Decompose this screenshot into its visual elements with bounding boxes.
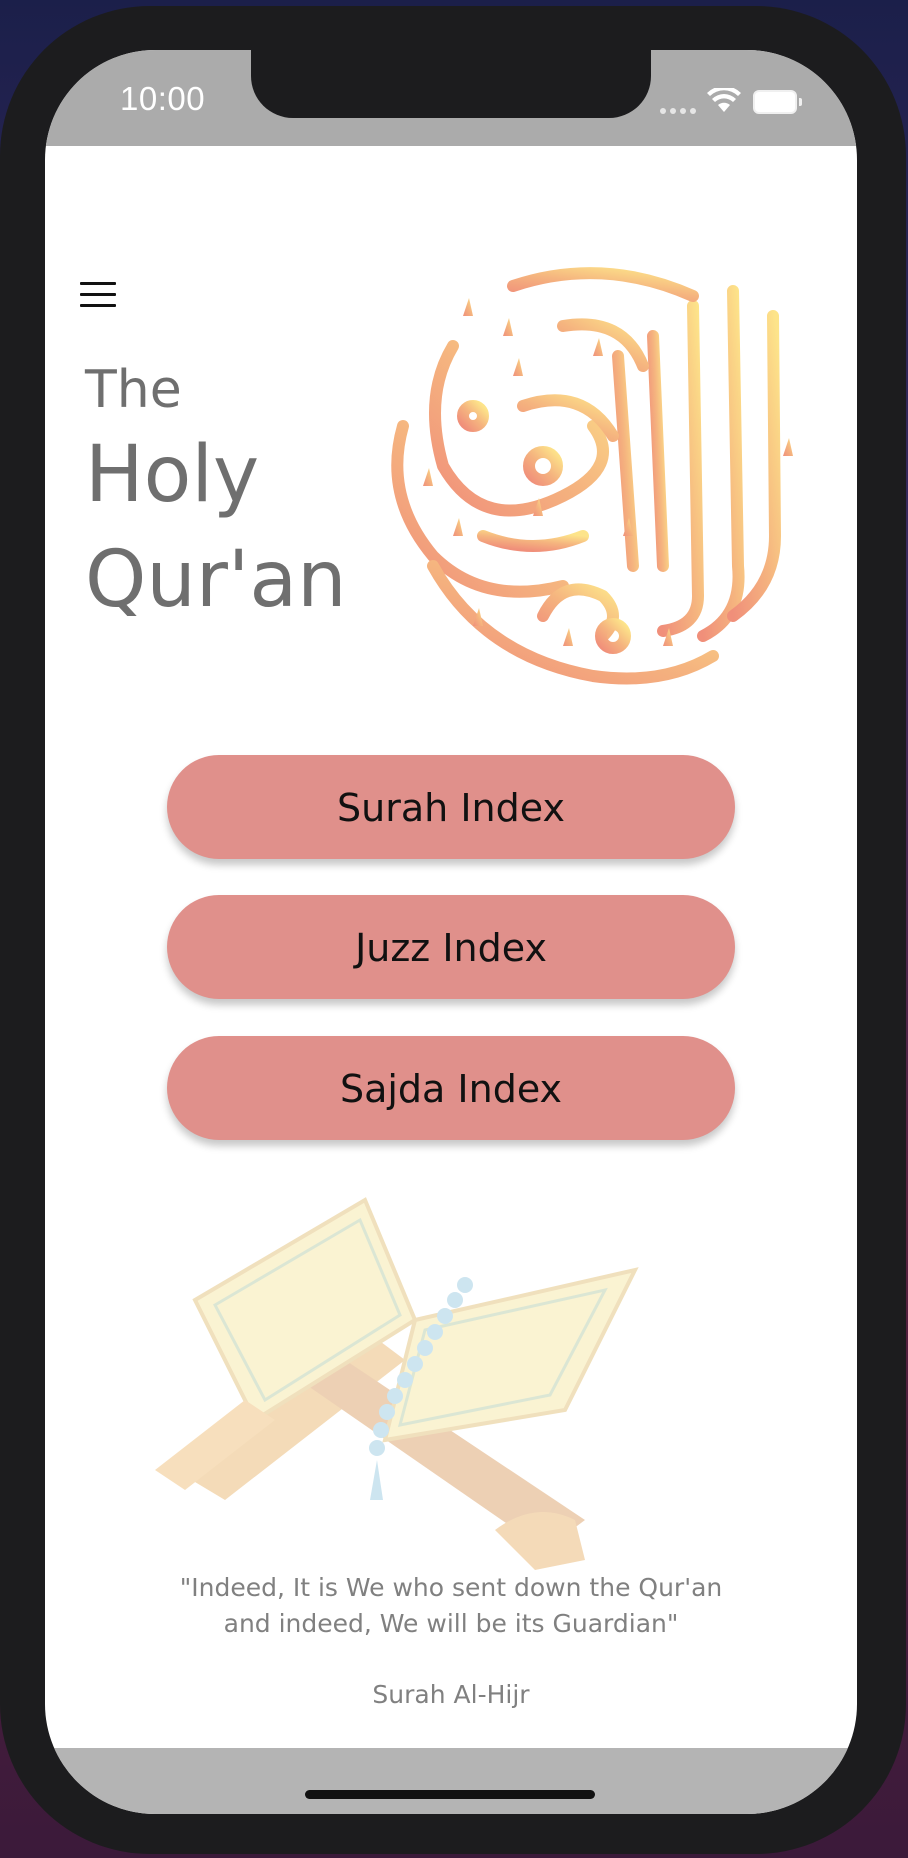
quote-line-2: and indeed, We will be its Guardian" — [223, 1609, 679, 1638]
sajda-index-button[interactable]: Sajda Index — [167, 1036, 735, 1140]
notch — [251, 50, 651, 118]
surah-index-button[interactable]: Surah Index — [167, 755, 735, 859]
title-holy: Holy — [85, 430, 260, 520]
cellular-signal-icon — [660, 108, 696, 114]
title-quran: Qur'an — [85, 535, 347, 625]
bottom-safe-area — [45, 1748, 857, 1814]
juzz-index-button[interactable]: Juzz Index — [167, 895, 735, 999]
status-bar: 10:00 — [45, 50, 857, 146]
device-frame: 10:00 The Holy Qur'an Surah Index Juzz I… — [0, 6, 906, 1854]
home-indicator[interactable] — [305, 1790, 595, 1799]
battery-icon — [753, 90, 802, 114]
footer-quote: "Indeed, It is We who sent down the Qur'… — [145, 1570, 757, 1642]
quran-calligraphy-logo — [391, 267, 793, 685]
quote-source: Surah Al-Hijr — [372, 1680, 530, 1709]
hamburger-menu-icon[interactable] — [80, 275, 120, 315]
wifi-icon — [707, 88, 741, 112]
title-the: The — [85, 360, 182, 420]
status-time: 10:00 — [120, 80, 206, 117]
app-screen: 10:00 The Holy Qur'an Surah Index Juzz I… — [45, 50, 857, 1814]
quran-on-stand-illustration — [155, 1197, 639, 1570]
quote-line-1: "Indeed, It is We who sent down the Qur'… — [179, 1573, 723, 1602]
